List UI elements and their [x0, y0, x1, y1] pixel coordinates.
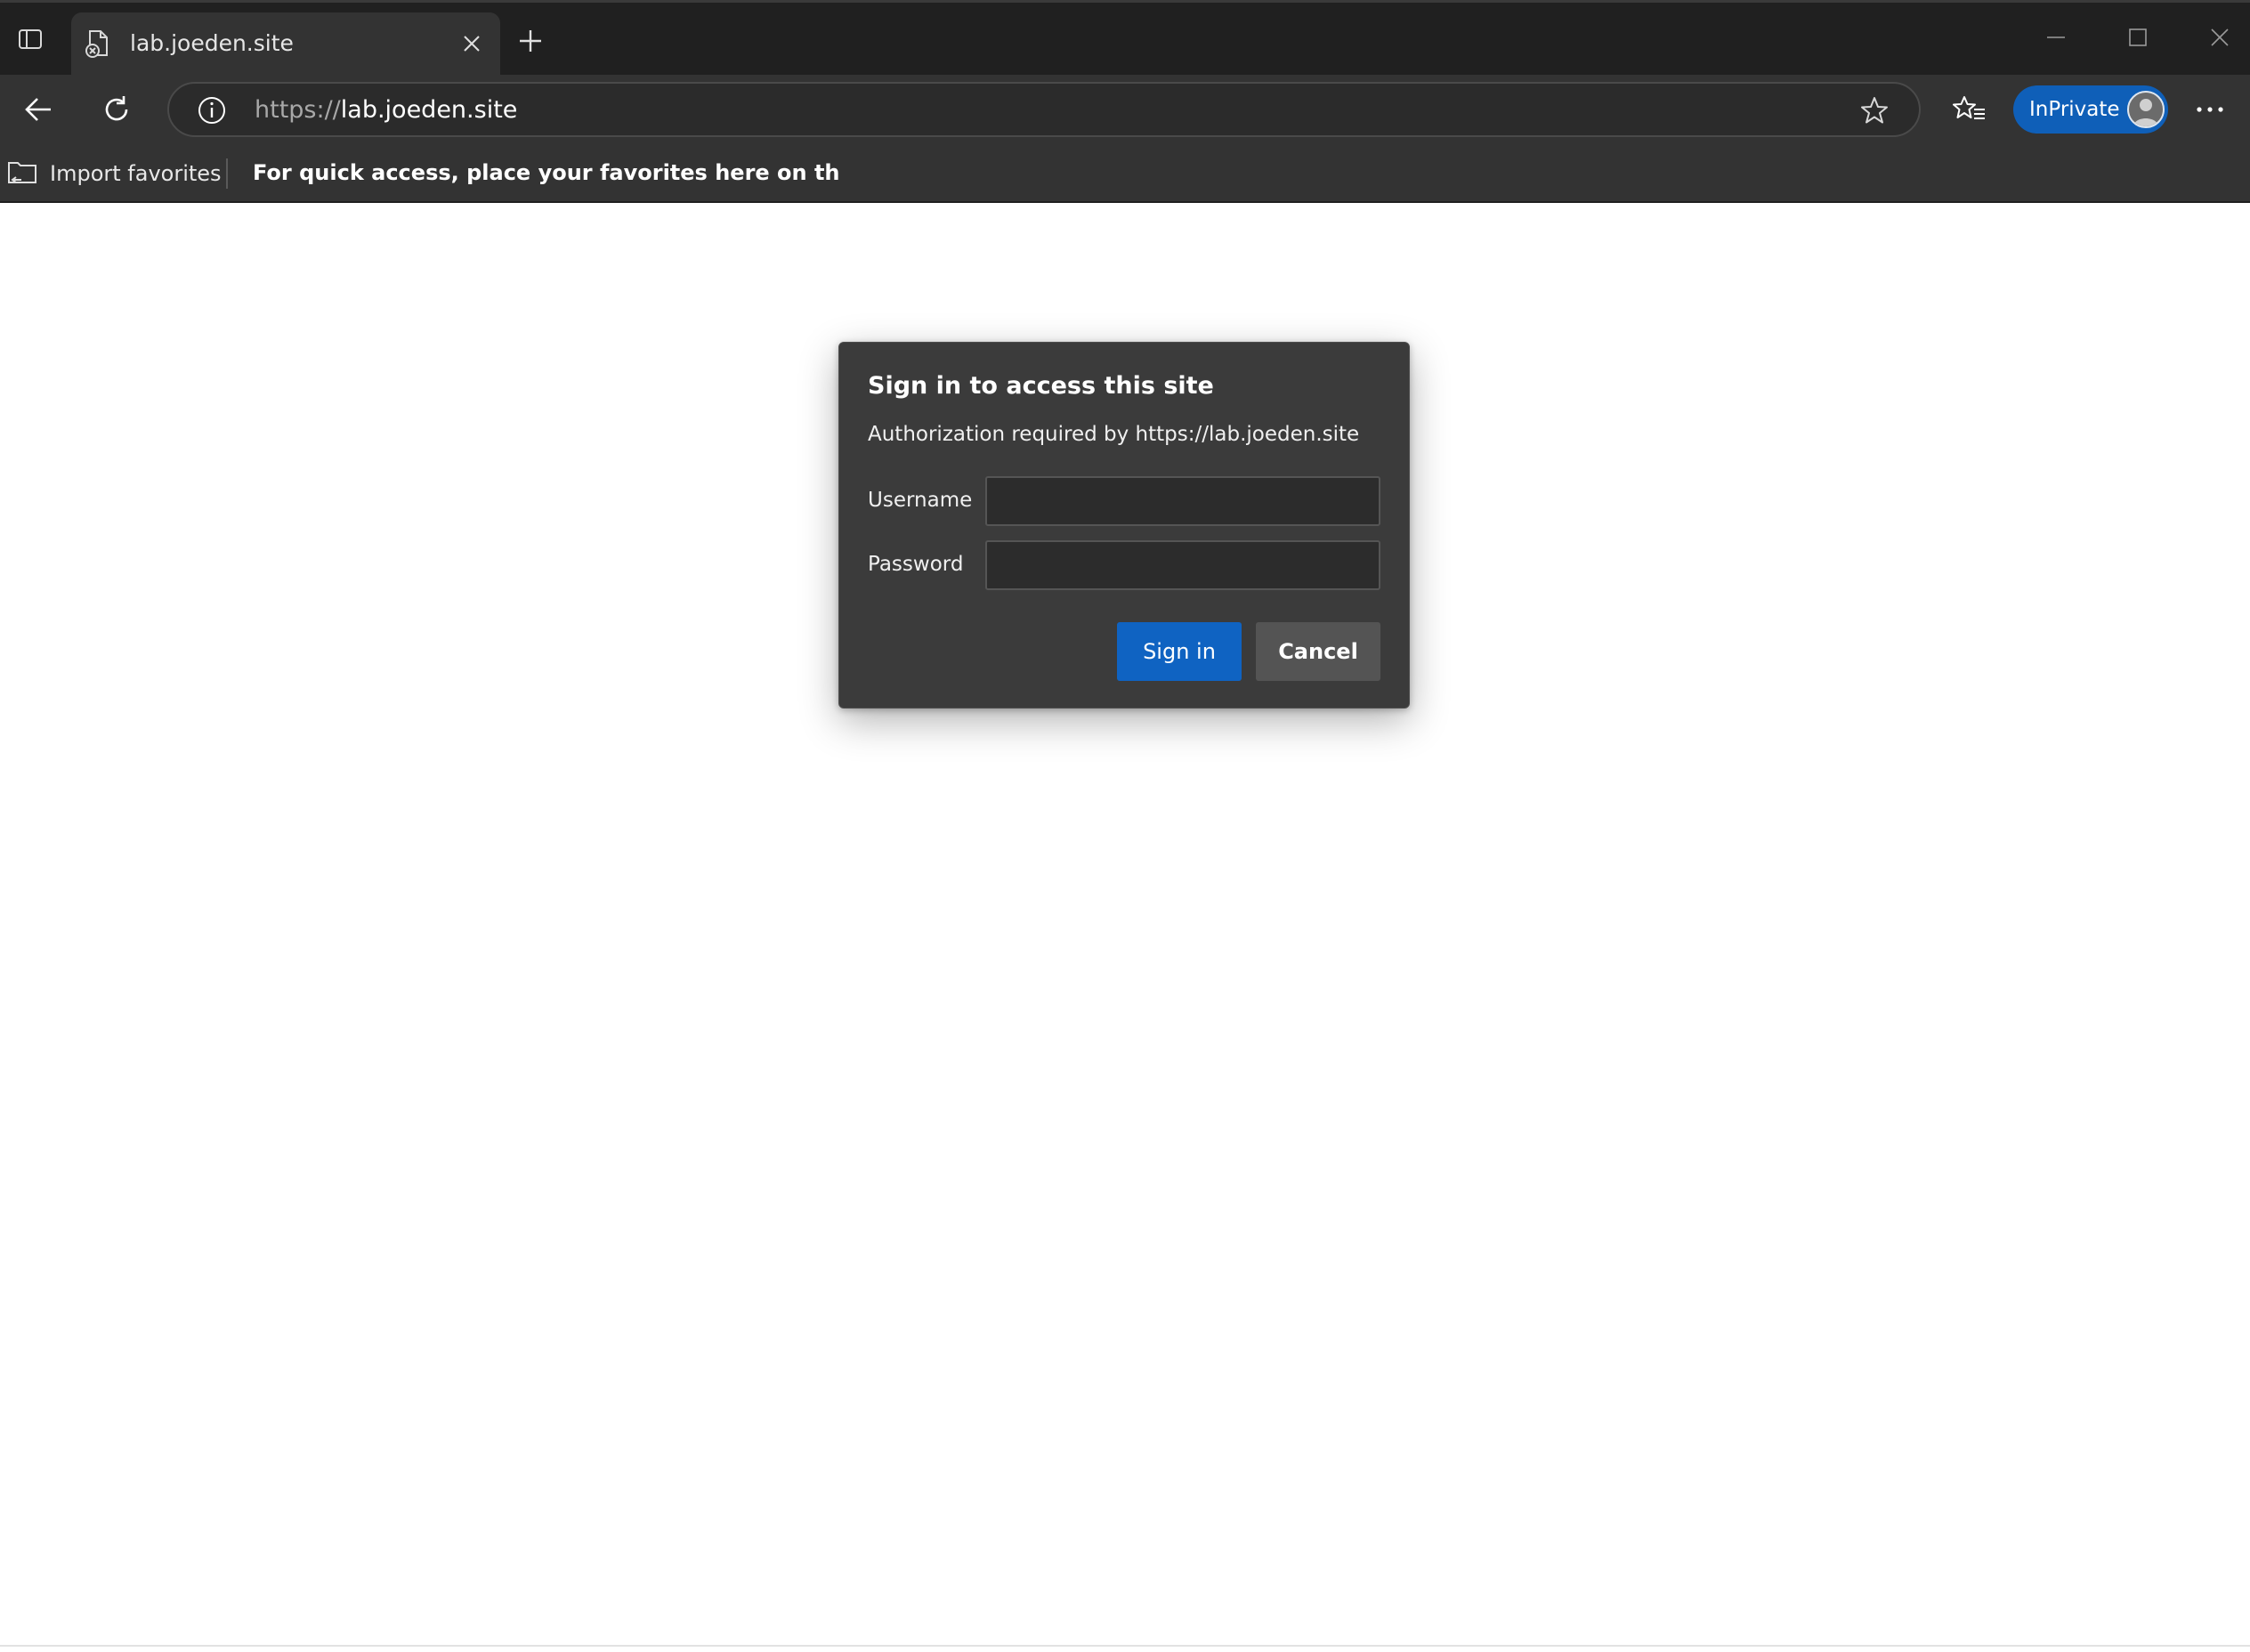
refresh-icon[interactable] [91, 84, 142, 135]
settings-more-icon[interactable] [2184, 84, 2236, 135]
address-bar[interactable]: https://lab.joeden.site [167, 82, 1921, 137]
profile-avatar-icon [2127, 91, 2165, 128]
import-folder-icon [7, 158, 37, 190]
title-bar-top-edge [0, 0, 2250, 3]
favorites-list-icon[interactable] [1944, 84, 1995, 135]
auth-dialog-title: Sign in to access this site [868, 372, 1214, 400]
tab-title: lab.joeden.site [130, 30, 294, 56]
inprivate-label: InPrivate [2029, 98, 2120, 121]
add-favorite-star-icon[interactable] [1857, 93, 1892, 128]
close-window-icon[interactable] [2179, 12, 2250, 62]
page-bottom-divider [0, 1645, 2250, 1647]
import-favorites-label: Import favorites [50, 161, 222, 186]
close-tab-icon[interactable] [456, 28, 488, 60]
auth-dialog-subtitle: Authorization required by https://lab.jo… [868, 423, 1360, 446]
username-field[interactable] [985, 476, 1380, 526]
new-tab-plus-icon[interactable] [509, 20, 552, 62]
password-field[interactable] [985, 540, 1380, 590]
site-info-icon[interactable] [196, 94, 228, 126]
tab-actions-menu-icon[interactable] [7, 16, 53, 62]
browser-title-bar: lab.joeden.site [0, 0, 2250, 75]
page-error-icon [82, 28, 114, 60]
maximize-window-icon[interactable] [2097, 12, 2179, 62]
favorites-bar-hint: For quick access, place your favorites h… [253, 160, 840, 185]
favorites-separator [226, 158, 228, 189]
minimize-window-icon[interactable] [2015, 12, 2097, 62]
auth-dialog: Sign in to access this site Authorizatio… [838, 342, 1410, 709]
page-content: Sign in to access this site Authorizatio… [0, 203, 2250, 1652]
inprivate-profile-button[interactable]: InPrivate [2013, 85, 2168, 134]
cancel-button[interactable]: Cancel [1256, 622, 1380, 681]
import-favorites-button[interactable]: Import favorites [7, 156, 222, 191]
sign-in-button[interactable]: Sign in [1117, 622, 1242, 681]
password-label: Password [868, 553, 964, 576]
url-host: lab.joeden.site [340, 96, 518, 124]
tab-active[interactable]: lab.joeden.site [71, 12, 500, 75]
back-arrow-icon[interactable] [12, 84, 64, 135]
username-label: Username [868, 489, 973, 512]
url-protocol: https:// [255, 96, 341, 124]
url-text[interactable]: https://lab.joeden.site [255, 94, 517, 126]
favorites-bar: Import favorites For quick access, place… [0, 144, 2250, 203]
navigation-toolbar: https://lab.joeden.site InPrivate [0, 75, 2250, 144]
